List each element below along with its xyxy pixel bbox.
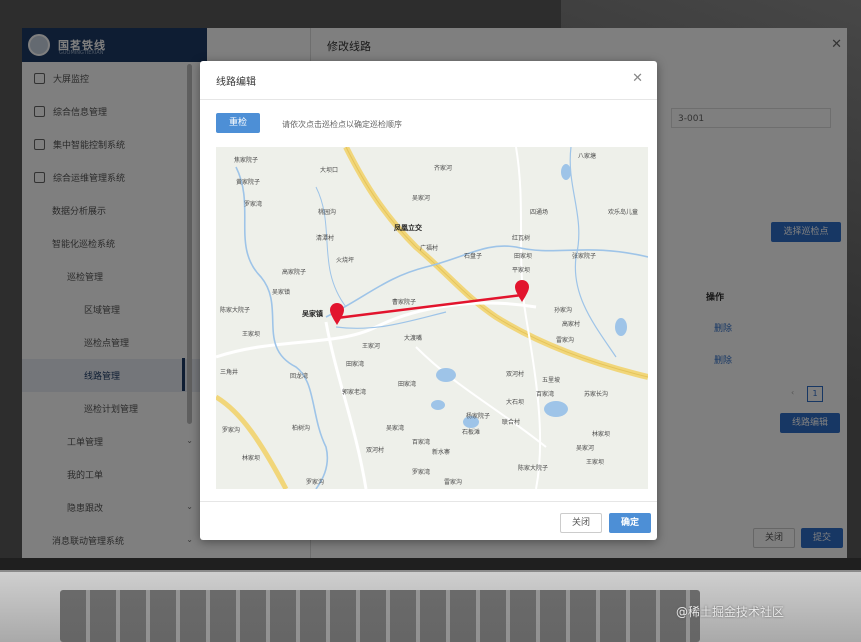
map-label: 欢乐岛儿童: [608, 209, 639, 216]
map-label: 清潭村: [316, 235, 335, 242]
map-label: 吴家河: [412, 195, 431, 202]
map-label: 高家村: [562, 321, 581, 328]
map-label: 回龙湾: [290, 373, 309, 380]
map-label: 百家湾: [412, 439, 431, 446]
map-label: 雷家沟: [444, 479, 463, 486]
map-label: 王家坝: [242, 331, 261, 338]
pond: [615, 318, 627, 336]
map-label: 石板滩: [462, 429, 481, 436]
map-label: 大石坝: [506, 399, 525, 406]
route-map[interactable]: 焦家院子 大坝口 齐家河 八家塘 黄家院子 吴家河 罗家湾 桃园沟 四通场 欢乐…: [216, 147, 648, 489]
map-label: 陈家大院子: [518, 465, 549, 472]
map-label: 凤凰立交: [394, 224, 422, 232]
close-icon[interactable]: ✕: [632, 71, 643, 86]
route-end-marker[interactable]: [515, 280, 529, 302]
map-label: 吴家河: [576, 445, 595, 452]
watermark: @稀土掘金技术社区: [676, 605, 785, 619]
map-label: 苏家长沟: [584, 391, 609, 398]
map-label: 双河村: [506, 371, 525, 378]
map-label: 罗家湾: [412, 469, 431, 476]
map-label: 田家湾: [346, 361, 365, 368]
map-label: 王家河: [362, 343, 381, 350]
map-label: 红瓦树: [512, 235, 531, 242]
map-label: 大渡嘴: [404, 335, 423, 342]
map-label: 三角井: [220, 369, 239, 376]
modal-close-button[interactable]: 关闭: [560, 513, 602, 533]
map-label: 曹家院子: [392, 299, 417, 306]
map-label: 罗家沟: [222, 427, 241, 434]
map-label: 百家湾: [536, 391, 555, 398]
map-label: 吴家镇: [272, 289, 291, 296]
map-label: 焦家院子: [234, 157, 259, 164]
map-label: 林家坝: [592, 431, 611, 438]
divider: [200, 501, 657, 502]
map-label: 柏树沟: [292, 425, 311, 432]
map-label: 石盘子: [464, 253, 483, 260]
map-label: 吴家镇: [302, 310, 323, 318]
modal-title: 线路编辑: [216, 77, 256, 88]
map-label: 郭家老湾: [342, 389, 367, 396]
road-diagonal: [415, 346, 547, 448]
pond: [561, 164, 571, 180]
map-label: 双河村: [366, 447, 385, 454]
stream: [315, 186, 347, 308]
laptop-keyboard: [60, 590, 700, 642]
map-label: 五里坡: [542, 377, 561, 384]
map-label: 吴家湾: [386, 425, 405, 432]
map-label: 广福村: [420, 245, 439, 252]
map-canvas: [216, 147, 648, 489]
route-edit-modal: 线路编辑 ✕ 重检 请依次点击巡检点以确定巡检顺序 焦家院子 大坝口 齐家河 八…: [200, 61, 657, 540]
road-southwest: [216, 394, 289, 489]
map-label: 林家坝: [242, 455, 261, 462]
highway: [343, 147, 648, 380]
map-label: 田家坝: [514, 253, 533, 260]
pond: [431, 400, 445, 410]
map-label: 新水寨: [432, 449, 451, 456]
map-label: 张家院子: [572, 253, 597, 260]
map-label: 大坝口: [320, 167, 339, 174]
river-west: [235, 166, 329, 489]
divider: [200, 99, 657, 100]
confirm-button[interactable]: 确定: [609, 513, 651, 533]
map-label: 联合村: [502, 419, 521, 426]
pond: [436, 368, 456, 382]
road-north-south: [515, 147, 542, 489]
map-label: 田家湾: [398, 381, 417, 388]
map-label: 陈家大院子: [220, 307, 251, 314]
recheck-button[interactable]: 重检: [216, 113, 260, 133]
map-label: 平家坝: [512, 267, 531, 274]
map-label: 罗家沟: [306, 479, 325, 486]
map-label: 四通场: [530, 209, 549, 216]
instruction-hint: 请依次点击巡检点以确定巡检顺序: [282, 120, 402, 129]
road-south: [324, 321, 368, 489]
highway-edge: [345, 147, 648, 378]
map-label: 齐家河: [434, 165, 453, 172]
map-label: 罗家湾: [244, 201, 263, 208]
map-label: 高家院子: [282, 269, 307, 276]
map-label: 雷家沟: [556, 337, 575, 344]
map-label: 王家坝: [586, 459, 605, 466]
route-start-marker[interactable]: [330, 303, 344, 325]
map-label: 黄家院子: [236, 179, 261, 186]
map-label: 火烧坪: [336, 257, 355, 264]
laptop-screen: 国茗铁线 GUOMINGTIEXIAN 大屏监控 综合信息管理⌄ 集中智能控制系…: [22, 28, 847, 558]
map-label: 桃园沟: [318, 209, 337, 216]
pond: [544, 401, 568, 417]
map-label: 孙家沟: [554, 307, 573, 314]
river-north: [325, 245, 648, 318]
map-label: 杨家院子: [466, 413, 491, 420]
map-label: 八家塘: [578, 153, 597, 160]
